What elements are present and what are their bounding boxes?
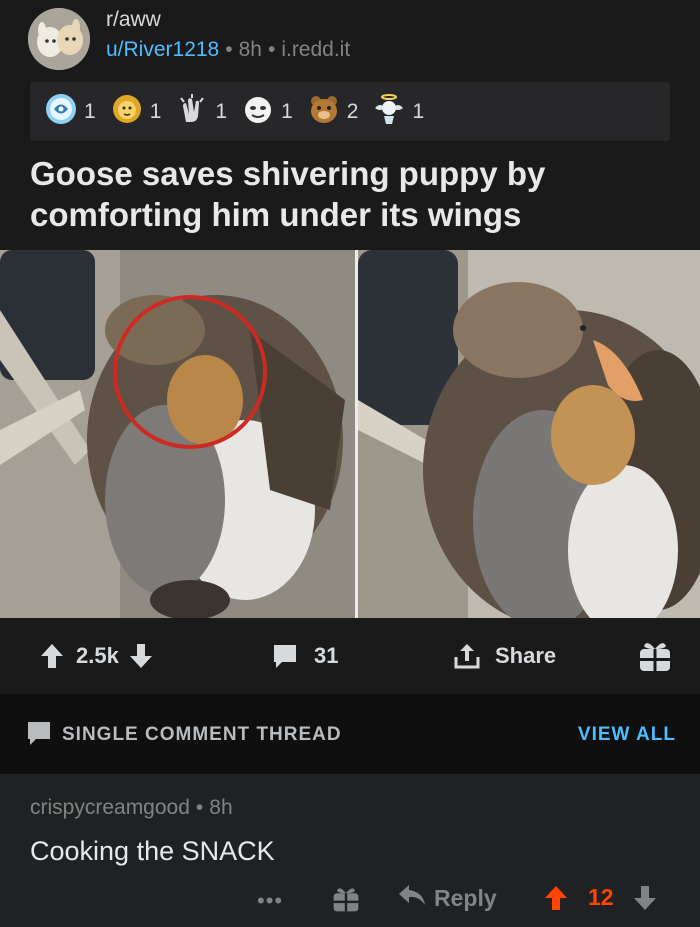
post-age: 8h — [238, 38, 262, 61]
post-author[interactable]: u/River1218 — [106, 38, 219, 61]
give-award-button[interactable] — [638, 618, 672, 694]
gift-icon — [638, 639, 672, 673]
comment-age: 8h — [209, 796, 233, 819]
face-award-icon — [241, 92, 275, 131]
downvote-arrow-icon[interactable] — [632, 885, 658, 916]
post-header: r/aww u/River1218 • 8h • i.redd.it — [0, 0, 700, 80]
comment-count: 31 — [314, 643, 339, 668]
separator-dot: • — [195, 796, 204, 819]
award-count: 1 — [149, 99, 162, 123]
award-count: 2 — [346, 99, 359, 123]
thread-label: SINGLE COMMENT THREAD — [62, 724, 342, 745]
share-label: Share — [495, 643, 557, 668]
lion-award-icon — [110, 92, 144, 131]
award-bear[interactable]: 2 — [307, 92, 359, 131]
awards-bar[interactable]: 1 1 1 1 2 1 — [30, 82, 670, 141]
bear-award-icon — [307, 92, 341, 131]
helpful-award-icon — [44, 92, 78, 131]
upvote-arrow-icon[interactable] — [543, 885, 569, 916]
reply-arrow-icon — [398, 883, 426, 913]
comment-score: 12 — [588, 884, 614, 910]
award-count: 1 — [281, 99, 293, 123]
award-count: 1 — [412, 99, 425, 123]
post-image[interactable] — [0, 250, 700, 618]
goose-photo-left — [0, 250, 355, 618]
goose-photo-right — [358, 250, 700, 618]
subreddit-avatar[interactable] — [28, 8, 90, 70]
more-options-button[interactable]: ••• — [257, 888, 283, 914]
share-icon — [453, 642, 481, 670]
comment-bubble-icon — [272, 643, 298, 669]
post-domain[interactable]: i.redd.it — [281, 38, 350, 61]
comments-button[interactable]: 31 — [272, 618, 338, 694]
post-score: 2.5k — [76, 643, 119, 668]
comment-author[interactable]: crispycreamgood — [30, 796, 190, 819]
share-button[interactable]: Share — [453, 618, 556, 694]
angel-award-icon — [372, 92, 406, 131]
award-count: 1 — [215, 99, 228, 123]
post-meta: u/River1218 • 8h • i.redd.it — [106, 38, 350, 62]
award-angel[interactable]: 1 — [372, 92, 424, 131]
separator-dot: • — [225, 38, 233, 61]
gift-icon[interactable] — [332, 885, 360, 918]
award-clapping[interactable]: 1 — [175, 92, 227, 131]
award-count: 1 — [84, 99, 96, 123]
subreddit-name[interactable]: r/aww — [106, 8, 161, 32]
downvote-arrow-icon[interactable] — [129, 643, 153, 669]
reply-button[interactable]: Reply — [398, 883, 497, 913]
separator-dot: • — [267, 38, 276, 61]
reply-label: Reply — [434, 884, 497, 911]
post-actions: 2.5k 31 Share — [0, 618, 700, 694]
clapping-hands-award-icon — [175, 92, 209, 131]
view-all-link[interactable]: VIEW ALL — [578, 724, 676, 746]
vote-group: 2.5k — [40, 618, 153, 694]
award-face[interactable]: 1 — [241, 92, 293, 131]
comment-bubble-icon — [26, 720, 52, 751]
award-helpful[interactable]: 1 — [44, 92, 96, 131]
comment-body: Cooking the SNACK — [30, 836, 275, 866]
award-lion[interactable]: 1 — [110, 92, 162, 131]
upvote-arrow-icon[interactable] — [40, 643, 64, 669]
post-title[interactable]: Goose saves shivering puppy by comfortin… — [30, 153, 670, 235]
comment-meta: crispycreamgood • 8h — [30, 796, 233, 820]
